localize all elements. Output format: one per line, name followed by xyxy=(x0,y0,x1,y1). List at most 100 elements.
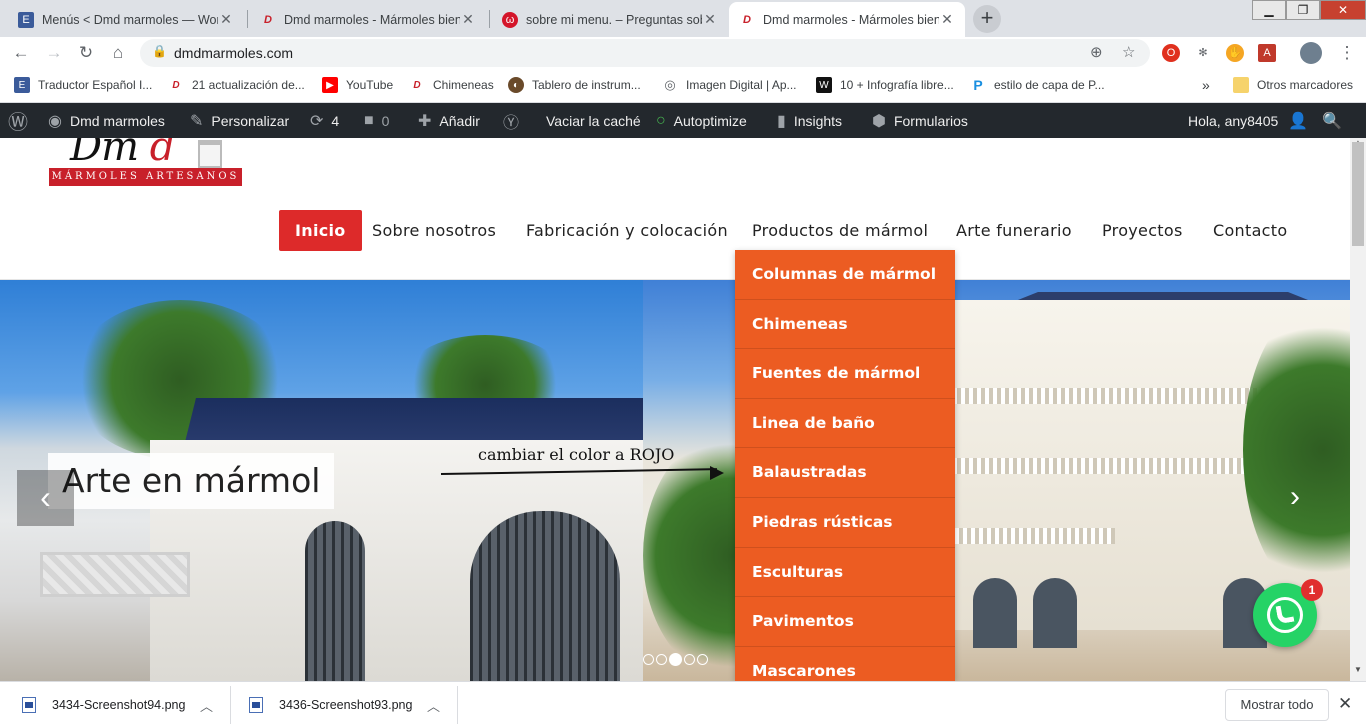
url-text[interactable]: dmdmarmoles.com xyxy=(174,45,293,61)
menu-item-inicio[interactable]: Inicio xyxy=(279,210,362,251)
bookmark-item[interactable]: ◐ Tablero de instrum... xyxy=(508,77,641,93)
slider-dot[interactable] xyxy=(684,654,695,665)
dashboard-icon: ◉ xyxy=(48,112,62,130)
hand-extension-icon[interactable]: ✋ xyxy=(1226,44,1244,62)
zoom-icon[interactable]: ⊕ xyxy=(1090,43,1103,61)
admin-site-name[interactable]: ◉ Dmd marmoles xyxy=(48,103,165,138)
w-icon: W xyxy=(816,77,832,93)
submenu-item-pavimentos[interactable]: Pavimentos xyxy=(735,597,955,647)
brush-icon: ✎ xyxy=(190,112,204,130)
submenu-item-columnas[interactable]: Columnas de mármol xyxy=(735,250,955,300)
show-all-downloads-button[interactable]: Mostrar todo xyxy=(1225,689,1329,721)
menu-dots-icon[interactable]: ⋮ xyxy=(1335,41,1359,65)
bookmark-label: YouTube xyxy=(346,78,394,92)
menu-item-fabricacion[interactable]: Fabricación y colocación xyxy=(526,210,728,251)
slider-prev-button[interactable]: ‹ xyxy=(17,470,74,526)
tab-wordpress-menus[interactable]: E Menús < Dmd marmoles — Wor ✕ xyxy=(8,2,244,37)
back-icon[interactable]: ← xyxy=(9,41,33,65)
close-window-icon[interactable]: ✕ xyxy=(1320,0,1366,20)
youtube-icon: ▶ xyxy=(322,77,338,93)
plus-icon: ✚ xyxy=(418,112,432,130)
bookmark-item[interactable]: E Traductor Español I... xyxy=(14,77,152,93)
tab-dmd-active[interactable]: D Dmd marmoles - Mármoles bien ✕ xyxy=(729,2,965,37)
admin-account[interactable]: Hola, any8405 👤 xyxy=(1188,103,1308,138)
submenu-item-mascarones[interactable]: Mascarones xyxy=(735,647,955,681)
wordpress-logo-icon[interactable]: Ⓦ xyxy=(8,103,36,138)
logo-red-letter: d xyxy=(149,138,176,170)
slider-next-button[interactable]: › xyxy=(1290,480,1300,514)
slider-dot[interactable] xyxy=(697,654,708,665)
page-scrollbar[interactable]: ▲ ▼ xyxy=(1350,138,1366,681)
bookmark-star-icon[interactable]: ☆ xyxy=(1122,43,1135,61)
admin-forms[interactable]: ⬢ Formularios xyxy=(872,103,968,138)
menu-item-productos[interactable]: Productos de mármol xyxy=(752,210,928,251)
admin-updates[interactable]: ⟳ 4 xyxy=(310,103,339,138)
scroll-down-icon[interactable]: ▼ xyxy=(1350,665,1366,674)
image-file-icon xyxy=(22,697,36,713)
bookmark-item[interactable]: D Chimeneas xyxy=(409,77,494,93)
flower-extension-icon[interactable]: ✻ xyxy=(1194,44,1212,62)
submenu-item-balaustradas[interactable]: Balaustradas xyxy=(735,448,955,498)
yoast-icon[interactable]: Ⓨ xyxy=(503,103,527,138)
maximize-icon[interactable]: ❐ xyxy=(1286,0,1320,20)
site-logo[interactable]: Dm d MÁRMOLES ARTESANOS xyxy=(48,138,242,188)
forward-icon[interactable]: → xyxy=(42,41,66,65)
reload-icon[interactable]: ↻ xyxy=(74,41,98,65)
chevron-up-icon[interactable]: ︿ xyxy=(427,696,440,715)
search-icon[interactable]: 🔍 xyxy=(1322,103,1350,138)
download-filename: 3434-Screenshot94.png xyxy=(52,698,186,712)
admin-add-new[interactable]: ✚ Añadir xyxy=(418,103,480,138)
download-item[interactable]: 3434-Screenshot94.png ︿ xyxy=(22,682,222,728)
submenu-item-esculturas[interactable]: Esculturas xyxy=(735,548,955,598)
dmd-favicon: D xyxy=(172,79,180,91)
bookmark-item[interactable]: Pestilo de capa de P... xyxy=(970,77,1104,93)
address-bar[interactable]: 🔒 dmdmarmoles.com ⊕ ☆ xyxy=(140,39,1150,67)
bookmark-item[interactable]: ◎ Imagen Digital | Ap... xyxy=(662,77,796,93)
close-tab-icon[interactable]: ✕ xyxy=(218,11,234,28)
bookmark-label: Chimeneas xyxy=(433,78,494,92)
bookmark-item[interactable]: W 10 + Infografía libre... xyxy=(816,77,954,93)
close-tab-icon[interactable]: ✕ xyxy=(460,11,476,28)
close-tab-icon[interactable]: ✕ xyxy=(939,11,955,28)
more-bookmarks-icon[interactable]: » xyxy=(1202,77,1210,93)
admin-customize[interactable]: ✎ Personalizar xyxy=(190,103,289,138)
download-item[interactable]: 3436-Screenshot93.png ︿ xyxy=(249,682,449,728)
slider-dot[interactable] xyxy=(643,654,654,665)
avatar[interactable] xyxy=(1300,42,1322,64)
submenu-item-linea-bano[interactable]: Linea de baño xyxy=(735,399,955,449)
forms-icon: ⬢ xyxy=(872,112,886,130)
submenu-item-fuentes[interactable]: Fuentes de mármol xyxy=(735,349,955,399)
close-icon[interactable]: ✕ xyxy=(1338,694,1352,714)
minimize-icon[interactable]: ▁ xyxy=(1252,0,1286,20)
menu-item-proyectos[interactable]: Proyectos xyxy=(1102,210,1183,251)
scrollbar-thumb[interactable] xyxy=(1352,142,1364,246)
submenu-item-chimeneas[interactable]: Chimeneas xyxy=(735,300,955,350)
admin-comments[interactable]: ■ 0 xyxy=(364,103,389,138)
menu-item-arte-funerario[interactable]: Arte funerario xyxy=(956,210,1072,251)
close-tab-icon[interactable]: ✕ xyxy=(702,11,718,28)
roof xyxy=(184,398,656,446)
arrow-head-icon xyxy=(710,466,724,480)
chevron-up-icon[interactable]: ︿ xyxy=(200,696,213,715)
home-icon[interactable]: ⌂ xyxy=(106,41,130,65)
new-tab-button[interactable]: + xyxy=(973,5,1001,33)
image-file-icon xyxy=(249,697,263,713)
submenu-item-piedras[interactable]: Piedras rústicas xyxy=(735,498,955,548)
tab-question-site[interactable]: ω sobre mi menu. – Preguntas sobr ✕ xyxy=(492,2,728,37)
admin-clear-cache[interactable]: Vaciar la caché xyxy=(546,103,641,138)
admin-autoptimize[interactable]: ○ Autoptimize xyxy=(656,103,747,138)
tab-divider xyxy=(247,10,248,28)
bookmark-label: 10 + Infografía libre... xyxy=(840,78,954,92)
admin-insights[interactable]: ▮ Insights xyxy=(777,103,842,138)
slider-dot[interactable] xyxy=(656,654,667,665)
browser-tab-strip: E Menús < Dmd marmoles — Wor ✕ D Dmd mar… xyxy=(0,0,1366,37)
menu-item-sobre-nosotros[interactable]: Sobre nosotros xyxy=(372,210,496,251)
menu-item-contacto[interactable]: Contacto xyxy=(1213,210,1287,251)
slider-dot-active[interactable] xyxy=(669,653,682,666)
tab-dmd-1[interactable]: D Dmd marmoles - Mármoles bien ✕ xyxy=(250,2,486,37)
bookmark-item[interactable]: ▶ YouTube xyxy=(322,77,393,93)
pdf-extension-icon[interactable]: A xyxy=(1258,44,1276,62)
opera-extension-icon[interactable]: O xyxy=(1162,44,1180,62)
other-bookmarks[interactable]: Otros marcadores xyxy=(1233,77,1353,93)
bookmark-item[interactable]: D 21 actualización de... xyxy=(168,77,304,93)
